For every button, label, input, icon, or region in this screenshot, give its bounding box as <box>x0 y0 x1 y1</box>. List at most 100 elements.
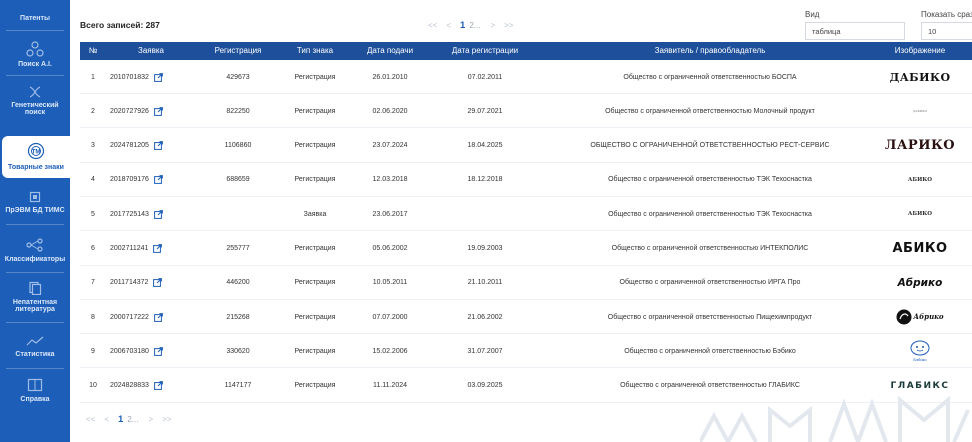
application-link[interactable]: 2018709176 <box>110 163 196 197</box>
sidebar-item-literature[interactable]: Непатентная литература <box>0 276 70 316</box>
external-link-icon[interactable] <box>154 106 163 116</box>
table-row[interactable]: 4 2018709176 688659 Регистрация 12.03.2018 18… <box>80 163 972 197</box>
owner-name: Общество с ограниченной ответственностью… <box>611 245 809 252</box>
external-link-icon[interactable] <box>153 244 163 253</box>
external-link-icon[interactable] <box>154 175 163 185</box>
trademark-image[interactable]: АБИКО <box>870 232 970 266</box>
next-page-link[interactable]: 2... <box>469 21 480 30</box>
sidebar-item-genetic-search[interactable]: Генетический поиск <box>0 78 70 120</box>
application-link[interactable]: 2002711241 <box>110 232 196 266</box>
table-row[interactable]: 1 2010701832 429673 Регистрация 26.01.2010 07… <box>80 60 972 94</box>
application-link[interactable]: 2024828833 <box>110 369 196 403</box>
page-size-select[interactable]: 10 <box>921 22 972 40</box>
column-header-owner[interactable]: Заявитель / правообладатель <box>540 42 880 60</box>
sidebar-item-trademarks[interactable]: TM Товарные знаки <box>2 136 70 178</box>
registration-date: 18.04.2025 <box>467 142 503 150</box>
external-link-icon[interactable] <box>154 312 163 322</box>
application-number[interactable]: 2000717222 <box>110 314 149 321</box>
trademark-image[interactable]: АБИКО <box>870 197 970 231</box>
trademark-image[interactable]: ДАБИКО <box>870 60 970 94</box>
logo-face-icon <box>910 340 930 356</box>
next-page-link[interactable]: 2... <box>127 415 138 424</box>
application-link[interactable]: 2020727926 <box>110 94 196 128</box>
filing-date: 26.01.2010 <box>372 73 408 81</box>
first-page-button[interactable]: << <box>86 415 95 424</box>
registration-date: 21.06.2002 <box>467 313 503 321</box>
application-number[interactable]: 2006703180 <box>110 348 149 355</box>
trademark-text: АБИКО <box>907 211 933 218</box>
first-page-button[interactable]: << <box>428 21 437 30</box>
column-header-number: № <box>88 46 98 55</box>
trademark-image[interactable]: АБИКО <box>870 163 970 197</box>
trademark-text: ДАБИКО <box>889 70 951 84</box>
trademark-image[interactable]: Бэбико <box>870 334 970 368</box>
mark-type: Регистрация <box>294 313 336 321</box>
sidebar-item-ai-search[interactable]: Поиск А.І. <box>0 34 70 72</box>
application-number[interactable]: 2024781205 <box>110 142 149 149</box>
application-link[interactable]: 2024781205 <box>110 129 196 163</box>
external-link-icon[interactable] <box>154 381 163 391</box>
table-row[interactable]: 7 2011714372 446200 Регистрация 10.05.2011 21… <box>80 266 972 300</box>
owner-name: ОБЩЕСТВО С ОГРАНИЧЕННОЙ ОТВЕТСТВЕННОСТЬЮ… <box>590 142 830 150</box>
sidebar-item-help[interactable]: Справка <box>0 372 70 406</box>
external-link-icon[interactable] <box>154 209 163 219</box>
trademark-image[interactable]: ДАБИКО <box>870 94 970 128</box>
column-header-filing-date[interactable]: Дата подачи <box>350 42 430 60</box>
registration-number: 215268 <box>226 313 250 321</box>
current-page[interactable]: 1 <box>460 20 465 31</box>
application-link[interactable]: 2017725143 <box>110 197 196 231</box>
trademark-image[interactable]: Абрико <box>870 266 970 300</box>
trademark-text: Бэбико <box>913 357 927 363</box>
prev-page-button[interactable]: < <box>446 21 451 30</box>
application-number[interactable]: 2002711241 <box>110 245 148 252</box>
table-row[interactable]: 3 2024781205 1106860 Регистрация 23.07.2024 1… <box>80 129 972 163</box>
sidebar-item-classifiers[interactable]: Классификаторы <box>0 230 70 266</box>
trademark-text: ДАБИКО <box>912 109 928 114</box>
sidebar-item-patents[interactable]: Патенты <box>0 0 70 28</box>
application-link[interactable]: 2010701832 <box>110 60 196 94</box>
row-number: 4 <box>91 176 95 184</box>
application-link[interactable]: 2006703180 <box>110 334 196 368</box>
column-header-type[interactable]: Тип знака <box>280 42 350 60</box>
external-link-icon[interactable] <box>153 278 163 288</box>
prev-page-button[interactable]: < <box>104 415 109 424</box>
external-link-icon[interactable] <box>154 346 163 356</box>
registration-number: 822250 <box>226 107 250 115</box>
registration-date: 07.02.2011 <box>467 73 503 81</box>
trademark-image[interactable]: ЛАРИКО <box>870 129 970 163</box>
sidebar-item-label: Классификаторы <box>4 256 66 264</box>
application-number[interactable]: 2010701832 <box>110 74 149 81</box>
table-row[interactable]: 5 2017725143 Заявка 23.06.2017 Общество с ог… <box>80 197 972 232</box>
last-page-button[interactable]: >> <box>162 415 171 424</box>
application-number[interactable]: 2011714372 <box>110 279 148 286</box>
trademark-image[interactable]: Абрико <box>870 300 970 334</box>
trademark-text: Абрико <box>913 312 944 322</box>
view-select[interactable]: таблица <box>805 22 905 40</box>
sidebar-item-statistics[interactable]: Статистика <box>0 326 70 362</box>
help-icon <box>27 379 43 392</box>
last-page-button[interactable]: >> <box>504 21 513 30</box>
registration-date: 18.12.2018 <box>467 176 503 184</box>
table-row[interactable]: 2 2020727926 822250 Регистрация 02.06.2020 29… <box>80 94 972 129</box>
next-page-button[interactable]: > <box>490 21 495 30</box>
external-link-icon[interactable] <box>154 72 163 82</box>
external-link-icon[interactable] <box>154 141 163 150</box>
column-header-registration-date[interactable]: Дата регистрации <box>430 42 540 60</box>
divider <box>6 322 64 323</box>
next-page-button[interactable]: > <box>148 415 153 424</box>
statistics-icon <box>26 336 44 346</box>
application-link[interactable]: 2011714372 <box>110 266 196 300</box>
sidebar-item-software-db[interactable]: ПрЭВМ БД ТИМС <box>0 186 70 218</box>
current-page[interactable]: 1 <box>118 414 123 425</box>
column-header-application[interactable]: Заявка <box>106 42 196 60</box>
table-row[interactable]: 6 2002711241 255777 Регистрация 05.06.2002 19… <box>80 232 972 266</box>
table-row[interactable]: 9 2006703180 330620 Регистрация 15.02.2006 31… <box>80 334 972 369</box>
table-row[interactable]: 8 2000717222 215268 Регистрация 07.07.2000 21… <box>80 300 972 335</box>
column-header-registration[interactable]: Регистрация <box>196 42 280 60</box>
application-number[interactable]: 2018709176 <box>110 176 149 183</box>
application-number[interactable]: 2017725143 <box>110 211 149 218</box>
application-link[interactable]: 2000717222 <box>110 300 196 334</box>
application-number[interactable]: 2024828833 <box>110 382 149 389</box>
application-number[interactable]: 2020727926 <box>110 108 149 115</box>
row-number: 3 <box>91 142 95 150</box>
